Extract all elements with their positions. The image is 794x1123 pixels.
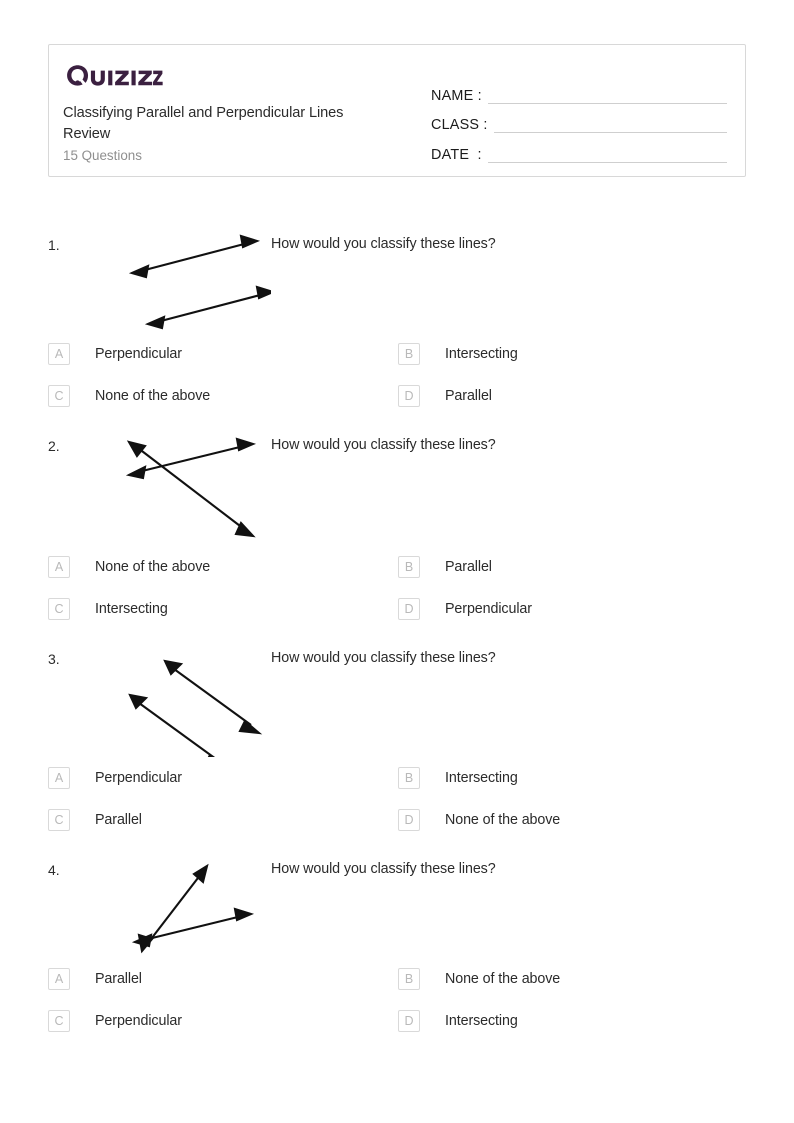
option-letter: D: [398, 1010, 420, 1032]
option-d[interactable]: D Parallel: [398, 385, 746, 407]
question-prompt: How would you classify these lines?: [271, 236, 496, 252]
option-label: Perpendicular: [95, 346, 182, 362]
option-a[interactable]: A None of the above: [48, 556, 398, 578]
options-grid: A Perpendicular B Intersecting C None of…: [48, 343, 746, 407]
option-label: None of the above: [95, 388, 211, 404]
option-letter: C: [48, 809, 70, 831]
option-c[interactable]: C Perpendicular: [48, 1010, 398, 1032]
option-label: Parallel: [445, 388, 492, 404]
class-field-input[interactable]: [493, 132, 727, 134]
question-block: 2. How would you classify these lines? A…: [48, 434, 746, 620]
option-b[interactable]: B Intersecting: [398, 343, 746, 365]
date-field-input[interactable]: [487, 162, 727, 164]
option-letter: A: [48, 968, 70, 990]
option-b[interactable]: B Parallel: [398, 556, 746, 578]
option-letter: A: [48, 767, 70, 789]
question-block: 1. How would you classify these lines? A…: [48, 233, 746, 407]
date-field-label: DATE :: [431, 147, 482, 164]
question-count-label: 15 Questions: [63, 148, 142, 163]
date-field-row: DATE :: [431, 136, 727, 166]
name-field-input[interactable]: [487, 102, 727, 104]
question-block: 3. How would you classify these lines? A…: [48, 647, 746, 831]
options-grid: A None of the above B Parallel C Interse…: [48, 556, 746, 620]
option-label: Perpendicular: [95, 1013, 182, 1029]
question-number: 3.: [48, 651, 60, 667]
question-figure-intersecting-x: [81, 434, 271, 546]
option-c[interactable]: C Parallel: [48, 809, 398, 831]
header-left-column: Classifying Parallel and Perpendicular L…: [63, 59, 411, 166]
option-label: Intersecting: [95, 601, 168, 617]
option-b[interactable]: B None of the above: [398, 968, 746, 990]
worksheet-title: Classifying Parallel and Perpendicular L…: [63, 105, 344, 142]
class-field-row: CLASS :: [431, 107, 727, 137]
question-figure-intersecting-shallow: [81, 858, 271, 958]
worksheet-header: Classifying Parallel and Perpendicular L…: [48, 44, 746, 177]
option-label: Parallel: [95, 812, 142, 828]
question-prompt: How would you classify these lines?: [271, 861, 496, 877]
question-number: 2.: [48, 438, 60, 454]
option-a[interactable]: A Parallel: [48, 968, 398, 990]
option-c[interactable]: C Intersecting: [48, 598, 398, 620]
option-letter: D: [398, 598, 420, 620]
option-label: Intersecting: [445, 1013, 518, 1029]
option-label: None of the above: [95, 559, 211, 575]
option-b[interactable]: B Intersecting: [398, 767, 746, 789]
question-row: 4. How would you classify these lines?: [48, 858, 746, 958]
question-prompt: How would you classify these lines?: [271, 650, 496, 666]
class-field-label: CLASS :: [431, 117, 488, 134]
question-number: 4.: [48, 862, 60, 878]
options-grid: A Perpendicular B Intersecting C Paralle…: [48, 767, 746, 831]
option-letter: C: [48, 598, 70, 620]
name-field-label: NAME :: [431, 87, 482, 104]
option-label: Intersecting: [445, 346, 518, 362]
option-d[interactable]: D Perpendicular: [398, 598, 746, 620]
option-letter: A: [48, 556, 70, 578]
question-number: 1.: [48, 237, 60, 253]
options-grid: A Parallel B None of the above C Perpend…: [48, 968, 746, 1032]
question-figure-parallel-up: [81, 233, 271, 333]
option-d[interactable]: D None of the above: [398, 809, 746, 831]
option-letter: B: [398, 556, 420, 578]
question-prompt: How would you classify these lines?: [271, 437, 496, 453]
option-d[interactable]: D Intersecting: [398, 1010, 746, 1032]
question-figure-parallel-down: [81, 647, 271, 757]
question-row: 3. How would you classify these lines?: [48, 647, 746, 757]
option-letter: A: [48, 343, 70, 365]
option-letter: D: [398, 385, 420, 407]
questions-list: 1. How would you classify these lines? A…: [48, 233, 746, 1032]
question-row: 1. How would you classify these lines?: [48, 233, 746, 333]
question-block: 4. How would you classify these lines? A…: [48, 858, 746, 1032]
option-letter: D: [398, 809, 420, 831]
option-label: None of the above: [445, 812, 561, 828]
option-label: Parallel: [95, 971, 142, 987]
option-label: Perpendicular: [445, 601, 532, 617]
student-info-fields: NAME : CLASS : DATE :: [411, 59, 727, 166]
option-label: Parallel: [445, 559, 492, 575]
option-a[interactable]: A Perpendicular: [48, 767, 398, 789]
option-c[interactable]: C None of the above: [48, 385, 398, 407]
option-letter: C: [48, 385, 70, 407]
option-letter: B: [398, 343, 420, 365]
option-label: Intersecting: [445, 770, 518, 786]
question-row: 2. How would you classify these lines?: [48, 434, 746, 546]
quizizz-logo: [66, 62, 411, 89]
option-label: Perpendicular: [95, 770, 182, 786]
option-letter: C: [48, 1010, 70, 1032]
option-letter: B: [398, 767, 420, 789]
option-a[interactable]: A Perpendicular: [48, 343, 398, 365]
name-field-row: NAME :: [431, 77, 727, 107]
option-label: None of the above: [445, 971, 561, 987]
option-letter: B: [398, 968, 420, 990]
worksheet-page: Classifying Parallel and Perpendicular L…: [0, 0, 794, 1123]
